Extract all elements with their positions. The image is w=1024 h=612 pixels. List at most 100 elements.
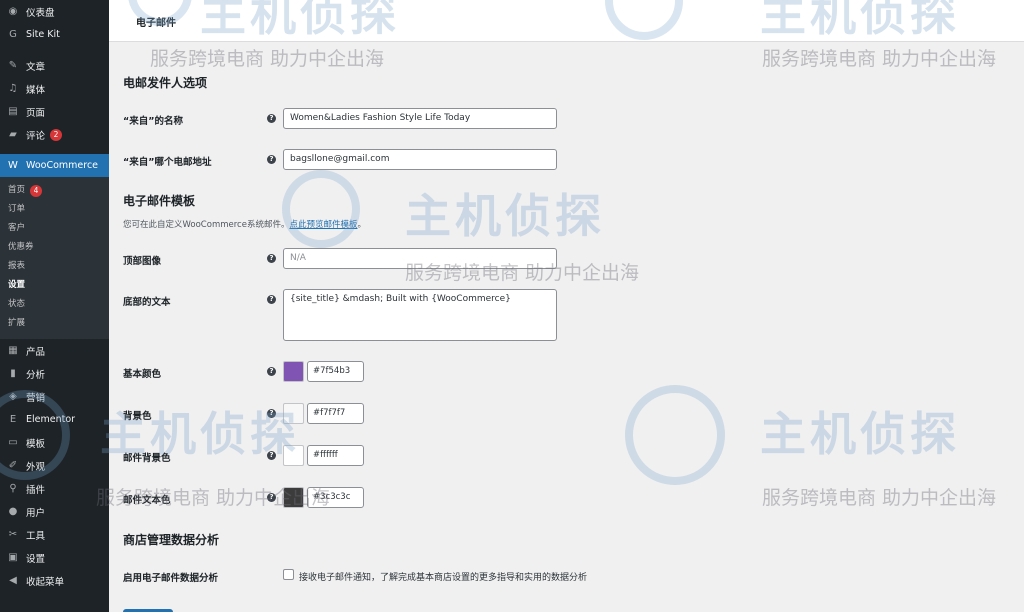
header-image-input[interactable]: N/A: [283, 248, 557, 269]
sidebar-item-label: 分析: [26, 369, 46, 381]
enable-email-analytics-label: 启用电子邮件数据分析: [123, 573, 219, 584]
sidebar-item-site-kit[interactable]: G Site Kit: [0, 23, 109, 46]
collapse-icon: ◀: [9, 575, 17, 586]
analytics-icon: ▮: [10, 368, 16, 379]
pin-icon: ✎: [8, 60, 18, 71]
sidebar-item-appearance[interactable]: ✐ 外观: [0, 454, 109, 477]
media-icon: ♫: [8, 83, 18, 94]
sidebar-item-comment[interactable]: ▰ 评论 2: [0, 123, 109, 146]
appearance-icon: ✐: [8, 460, 18, 471]
email-analytics-checkbox[interactable]: [283, 569, 294, 580]
comment-icon: ▰: [9, 129, 17, 140]
submenu-item[interactable]: 设置: [0, 276, 109, 295]
submenu-item[interactable]: 报表: [0, 257, 109, 276]
body-background-color-label: 邮件背景色: [123, 453, 171, 464]
sidebar-item-label: 页面: [26, 107, 46, 119]
sidebar-item-label: 文章: [26, 61, 46, 73]
sidebar-item-label: 评论: [26, 130, 46, 142]
base-color-input[interactable]: #7f54b3: [307, 361, 364, 382]
tools-icon: ✂: [8, 529, 18, 540]
from-name-label: “来自”的名称: [123, 116, 183, 127]
submenu-item[interactable]: 扩展: [0, 314, 109, 333]
sidebar-item-label: 模板: [26, 438, 46, 450]
help-icon[interactable]: ?: [267, 155, 276, 164]
base-color-swatch[interactable]: [283, 361, 304, 382]
page-icon: ▤: [8, 106, 18, 117]
admin-sidebar: ◉ 仪表盘 G Site Kit ✎ 文章 ♫ 媒体 ▤ 页面 ▰ 评论 2 W WooCommerce 首页…: [0, 0, 109, 612]
store-analytics-heading: 商店管理数据分析: [123, 533, 220, 547]
sidebar-item-marketing[interactable]: ◈ 营销: [0, 385, 109, 408]
help-icon[interactable]: ?: [267, 295, 276, 304]
submenu-item[interactable]: 订单: [0, 200, 109, 219]
submenu-item-label: 报表: [8, 261, 26, 271]
count-badge: 2: [50, 128, 63, 141]
sidebar-item-elementor[interactable]: E Elementor: [0, 408, 109, 431]
sidebar-item-users[interactable]: ● 用户: [0, 500, 109, 523]
help-icon[interactable]: ?: [267, 451, 276, 460]
sidebar-item-label: 产品: [26, 346, 46, 358]
help-icon[interactable]: ?: [267, 367, 276, 376]
sidebar-item-pin[interactable]: ✎ 文章: [0, 54, 109, 77]
sidebar-item-analytics[interactable]: ▮ 分析: [0, 362, 109, 385]
sidebar-item-page[interactable]: ▤ 页面: [0, 100, 109, 123]
menu-separator: [0, 46, 109, 54]
sidebar-item-label: 媒体: [26, 84, 46, 96]
sidebar-item-label: 用户: [26, 507, 46, 519]
help-icon[interactable]: ?: [267, 409, 276, 418]
sidebar-item-collapse[interactable]: ◀ 收起菜单: [0, 569, 109, 592]
settings-main: 电邮发件人选项 “来自”的名称 ? Women&Ladies Fashion S…: [109, 42, 1024, 612]
sidebar-item-templates[interactable]: ▭ 模板: [0, 431, 109, 454]
sidebar-item-label: 设置: [26, 553, 46, 565]
submenu-item-label: 设置: [8, 280, 26, 290]
submenu-item[interactable]: 优惠券: [0, 238, 109, 257]
from-name-input[interactable]: Women&Ladies Fashion Style Life Today: [283, 108, 557, 129]
submenu-item-label: 状态: [8, 299, 26, 309]
sidebar-item-tools[interactable]: ✂ 工具: [0, 523, 109, 546]
submenu-item-label: 客户: [8, 223, 26, 233]
woocommerce-icon: W: [8, 160, 18, 171]
body-text-color-label: 邮件文本色: [123, 495, 171, 506]
submenu-item-label: 优惠券: [8, 242, 34, 252]
sender-options-heading: 电邮发件人选项: [123, 76, 208, 90]
sidebar-item-dashboard[interactable]: ◉ 仪表盘: [0, 0, 109, 23]
submenu-item[interactable]: 客户: [0, 219, 109, 238]
help-icon[interactable]: ?: [267, 493, 276, 502]
background-color-input[interactable]: #f7f7f7: [307, 403, 364, 424]
plugins-icon: ⚲: [9, 483, 17, 494]
sidebar-item-settings[interactable]: ▣ 设置: [0, 546, 109, 569]
body-background-color-swatch[interactable]: [283, 445, 304, 466]
sidebar-item-plugins[interactable]: ⚲ 插件: [0, 477, 109, 500]
preview-template-link[interactable]: 点此预览邮件模板: [289, 220, 357, 230]
from-email-input[interactable]: bagsllone@gmail.com: [283, 149, 557, 170]
sidebar-item-label: 营销: [26, 392, 46, 404]
top-header: 电子邮件: [109, 0, 1024, 42]
help-icon[interactable]: ?: [267, 254, 276, 263]
template-desc-text: 您可在此自定义WooCommerce系统邮件。: [123, 220, 290, 230]
site-kit-icon: G: [9, 29, 17, 40]
submenu-item-label: 扩展: [8, 318, 26, 328]
sidebar-item-woocommerce[interactable]: W WooCommerce: [0, 154, 109, 177]
sidebar-item-media[interactable]: ♫ 媒体: [0, 77, 109, 100]
email-template-heading: 电子邮件模板: [123, 194, 196, 208]
sidebar-item-label: Site Kit: [26, 29, 60, 40]
sidebar-item-label: 收起菜单: [26, 576, 65, 588]
template-desc-end: 。: [357, 220, 366, 230]
submenu-item[interactable]: 首页 4: [0, 181, 109, 200]
marketing-icon: ◈: [9, 391, 17, 402]
body-background-color-input[interactable]: #ffffff: [307, 445, 364, 466]
body-text-color-input[interactable]: #3c3c3c: [307, 487, 364, 508]
footer-text-textarea[interactable]: {site_title} &mdash; Built with {WooComm…: [283, 289, 557, 341]
sidebar-item-label: 外观: [26, 461, 46, 473]
help-icon[interactable]: ?: [267, 114, 276, 123]
submenu-item[interactable]: 状态: [0, 295, 109, 314]
body-text-color-swatch[interactable]: [283, 487, 304, 508]
page-title: 电子邮件: [136, 18, 176, 29]
sidebar-item-label: 工具: [26, 530, 46, 542]
email-analytics-checkbox-label[interactable]: 接收电子邮件通知，了解完成基本商店设置的更多指导和实用的数据分析: [299, 570, 587, 583]
background-color-swatch[interactable]: [283, 403, 304, 424]
header-image-label: 顶部图像: [123, 256, 162, 267]
footer-text-label: 底部的文本: [123, 297, 171, 308]
sidebar-item-label: WooCommerce: [26, 160, 99, 171]
sidebar-item-products[interactable]: ▦ 产品: [0, 339, 109, 362]
users-icon: ●: [8, 506, 18, 517]
